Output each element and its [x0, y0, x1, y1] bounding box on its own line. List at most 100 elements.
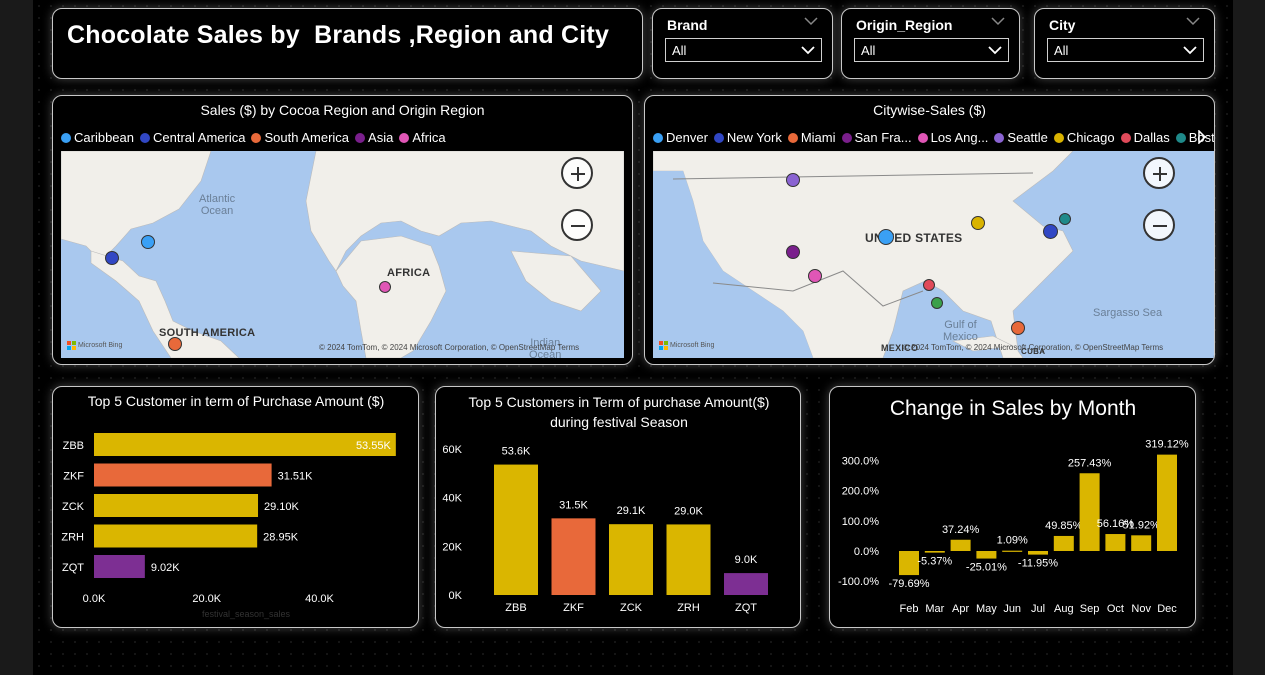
legend-item-south-america[interactable]: South America	[251, 130, 349, 145]
microsoft-logo-icon	[67, 341, 76, 350]
bar[interactable]	[94, 524, 258, 548]
y-tick-label: 0K	[449, 590, 463, 602]
x-tick-label: Jun	[1003, 603, 1021, 615]
y-tick-label: 300.0%	[842, 455, 880, 467]
bar[interactable]	[94, 555, 145, 578]
bar[interactable]	[1157, 454, 1177, 551]
legend-item-denver[interactable]: Denver	[653, 130, 708, 145]
bing-attribution: Microsoft Bing	[659, 341, 714, 350]
brand-dropdown[interactable]: All	[665, 38, 822, 62]
denver-point[interactable]	[878, 229, 894, 245]
bar[interactable]	[1079, 473, 1100, 551]
zoom-out-button[interactable]	[561, 209, 593, 241]
chevron-down-icon[interactable]	[991, 15, 1005, 27]
plus-icon	[1153, 167, 1167, 181]
san-francisco-point[interactable]	[786, 245, 800, 259]
houston-point[interactable]	[931, 297, 943, 309]
bar[interactable]	[1105, 534, 1126, 551]
plus-icon	[571, 167, 585, 181]
x-tick-label: Aug	[1054, 603, 1074, 615]
legend-item-los-ang[interactable]: Los Ang...	[917, 130, 988, 145]
new-york-point[interactable]	[1043, 224, 1058, 239]
page-title: Chocolate Sales by Brands ,Region and Ci…	[67, 21, 610, 49]
minus-icon	[571, 225, 585, 227]
legend-item-miami[interactable]: Miami	[787, 130, 836, 145]
x-tick-label: Apr	[952, 603, 969, 615]
origin-region-dropdown[interactable]: All	[854, 38, 1009, 62]
bar[interactable]	[494, 464, 538, 595]
y-tick-label: -100.0%	[838, 576, 879, 588]
bing-label: Microsoft Bing	[78, 342, 123, 349]
data-label: -79.69%	[889, 578, 930, 590]
x-tick-label: Jul	[1031, 603, 1045, 615]
legend-item-boston[interactable]: Boston	[1175, 130, 1214, 145]
legend-dot	[841, 132, 852, 143]
caribbean-point[interactable]	[141, 235, 155, 249]
chart-title: Change in Sales by Month	[890, 397, 1136, 420]
legend-item-new-york[interactable]: New York	[713, 130, 782, 145]
boston-point[interactable]	[1059, 213, 1071, 225]
region-map-legend: Caribbean Central America South America Asi…	[61, 130, 446, 145]
left-gutter	[0, 0, 33, 675]
zoom-in-button[interactable]	[561, 157, 593, 189]
legend-dot	[1175, 132, 1186, 143]
dallas-point[interactable]	[923, 279, 935, 291]
title-card: Chocolate Sales by Brands ,Region and Ci…	[52, 8, 643, 79]
chevron-down-icon[interactable]	[1186, 15, 1200, 27]
legend-next-icon[interactable]	[1197, 130, 1207, 144]
bar[interactable]	[1131, 535, 1152, 551]
legend-item-chicago[interactable]: Chicago	[1053, 130, 1115, 145]
central-america-point[interactable]	[105, 251, 119, 265]
chevron-down-icon[interactable]	[804, 15, 818, 27]
bar[interactable]	[899, 551, 919, 576]
legend-item-seattle[interactable]: Seattle	[994, 130, 1048, 145]
miami-point[interactable]	[1011, 321, 1025, 335]
bar[interactable]	[94, 433, 396, 456]
chart-title-line: during festival Season	[550, 414, 688, 430]
bar[interactable]	[724, 573, 768, 595]
zoom-in-button[interactable]	[1143, 157, 1175, 189]
south-america-point[interactable]	[168, 337, 182, 351]
bar[interactable]	[666, 524, 711, 595]
bar[interactable]	[1002, 550, 1023, 552]
bar[interactable]	[94, 463, 272, 487]
x-tick-label: May	[976, 603, 997, 615]
origin-region-slicer[interactable]: Origin_Region All	[841, 8, 1020, 79]
seattle-point[interactable]	[786, 173, 800, 187]
bar[interactable]	[609, 524, 653, 595]
legend-item-asia[interactable]: Asia	[355, 130, 393, 145]
legend-item-caribbean[interactable]: Caribbean	[61, 130, 134, 145]
bar[interactable]	[950, 539, 971, 551]
bar[interactable]	[551, 518, 596, 595]
data-label: 53.6K	[502, 446, 531, 458]
legend-item-central-america[interactable]: Central America	[140, 130, 245, 145]
city-slicer[interactable]: City All	[1034, 8, 1215, 79]
brand-slicer[interactable]: Brand All	[652, 8, 833, 79]
x-tick-label: ZBB	[505, 602, 526, 614]
x-tick-label: ZQT	[735, 602, 757, 614]
map-copyright[interactable]: © 2024 TomTom, © 2024 Microsoft Corporat…	[319, 343, 579, 352]
legend-item-africa[interactable]: Africa	[399, 130, 446, 145]
map-copyright[interactable]: © 2024 TomTom, © 2024 Microsoft Corporat…	[903, 343, 1163, 352]
zoom-out-button[interactable]	[1143, 209, 1175, 241]
legend-item-san-fra[interactable]: San Fra...	[841, 130, 912, 145]
los-angeles-point[interactable]	[808, 269, 822, 283]
bar[interactable]	[1053, 535, 1074, 551]
bar[interactable]	[1028, 551, 1048, 555]
bar[interactable]	[924, 551, 945, 553]
legend-dot	[140, 132, 150, 143]
legend-label: Africa	[412, 130, 446, 145]
chicago-point[interactable]	[971, 216, 985, 230]
minus-icon	[1153, 225, 1167, 227]
city-dropdown[interactable]: All	[1047, 38, 1204, 62]
africa-point[interactable]	[379, 281, 391, 293]
legend-item-dallas[interactable]: Dallas	[1120, 130, 1170, 145]
region-map[interactable]: Atlantic Ocean AFRICA SOUTH AMERICA Indi…	[61, 151, 624, 358]
origin-region-slicer-label: Origin_Region	[856, 17, 953, 33]
bing-label: Microsoft Bing	[670, 342, 715, 349]
legend-label: Chicago	[1066, 130, 1115, 145]
bar[interactable]	[976, 551, 997, 559]
legend-label: Asia	[368, 130, 394, 145]
bar[interactable]	[94, 494, 259, 517]
city-map[interactable]: UNITED STATES Gulf of Mexico Sargasso Se…	[653, 151, 1214, 358]
